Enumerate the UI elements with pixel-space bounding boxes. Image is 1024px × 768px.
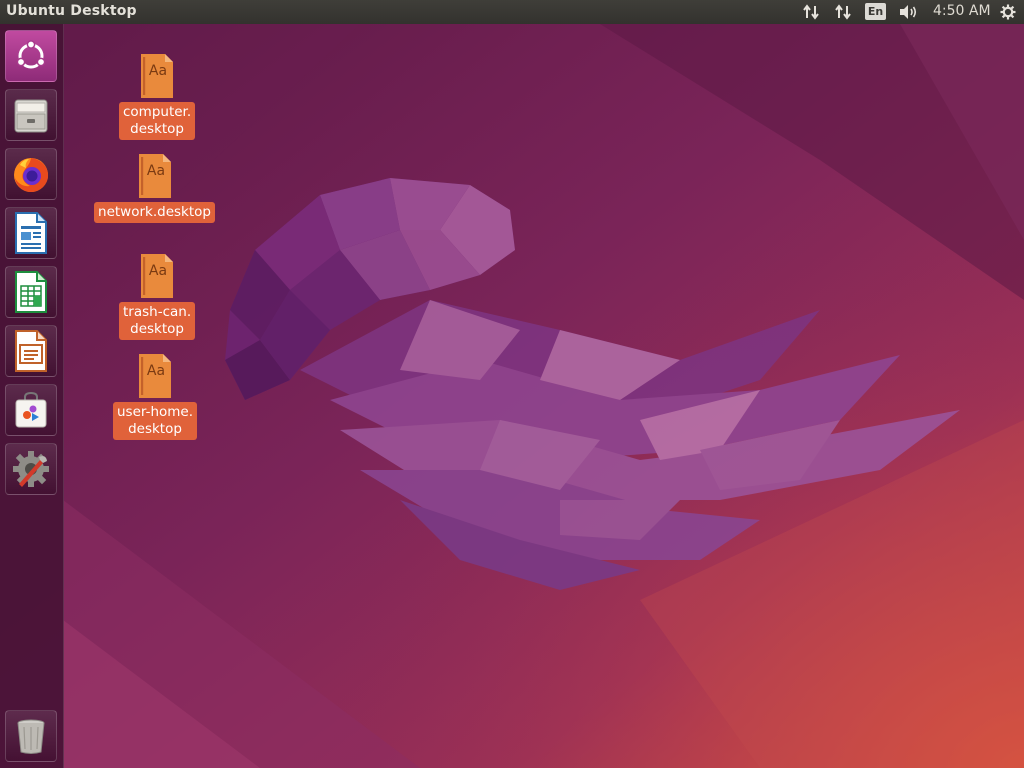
firefox-icon [10,153,52,195]
impress-presentation-icon [13,329,49,373]
volume-icon[interactable] [896,0,920,24]
file-cabinet-icon [11,95,51,135]
launcher-calc-button[interactable] [5,266,57,318]
font-file-icon: Aa [138,53,176,99]
launcher-settings-button[interactable] [5,443,57,495]
launcher-files-button[interactable] [5,89,57,141]
font-file-icon: Aa [138,253,176,299]
svg-text:Aa: Aa [149,263,167,279]
trash-bin-icon [13,716,49,756]
clock[interactable]: 4:50 AM [933,3,991,19]
ubuntu-logo-icon [13,38,49,74]
launcher [0,24,64,768]
desktop-icon-label: user-home. desktop [113,402,198,440]
desktop-icon-user-home[interactable]: Aa user-home. desktop [113,353,198,440]
svg-text:Aa: Aa [147,363,165,379]
launcher-dash-button[interactable] [5,30,57,82]
software-bag-icon [11,390,51,430]
desktop-icon-computer[interactable]: Aa computer. desktop [119,53,196,140]
desktop-screen: Ubuntu Desktop En 4:50 AM Aa computer. d… [0,0,1024,768]
desktop-icon-label: computer. desktop [119,102,196,140]
font-file-icon: Aa [136,153,174,199]
desktop-icon-network[interactable]: Aa network.desktop [94,153,215,223]
top-panel: Ubuntu Desktop En 4:50 AM [0,0,1024,24]
power-gear-icon[interactable] [997,0,1019,24]
launcher-software-button[interactable] [5,384,57,436]
writer-document-icon [13,211,49,255]
desktop-icon-label: network.desktop [94,202,215,223]
desktop-icon-label: trash-can. desktop [119,302,196,340]
calc-spreadsheet-icon [13,270,49,314]
settings-gear-icon [10,448,52,490]
keyboard-layout-indicator[interactable]: En [865,3,886,20]
window-title: Ubuntu Desktop [6,3,137,19]
launcher-writer-button[interactable] [5,207,57,259]
network-transfer-icon[interactable] [800,0,822,24]
svg-text:Aa: Aa [146,163,164,179]
network-transfer-icon-2[interactable] [832,0,854,24]
launcher-firefox-button[interactable] [5,148,57,200]
desktop-icon-trash-can[interactable]: Aa trash-can. desktop [119,253,196,340]
launcher-impress-button[interactable] [5,325,57,377]
font-file-icon: Aa [136,353,174,399]
launcher-trash-button[interactable] [5,710,57,762]
svg-text:Aa: Aa [149,63,167,79]
